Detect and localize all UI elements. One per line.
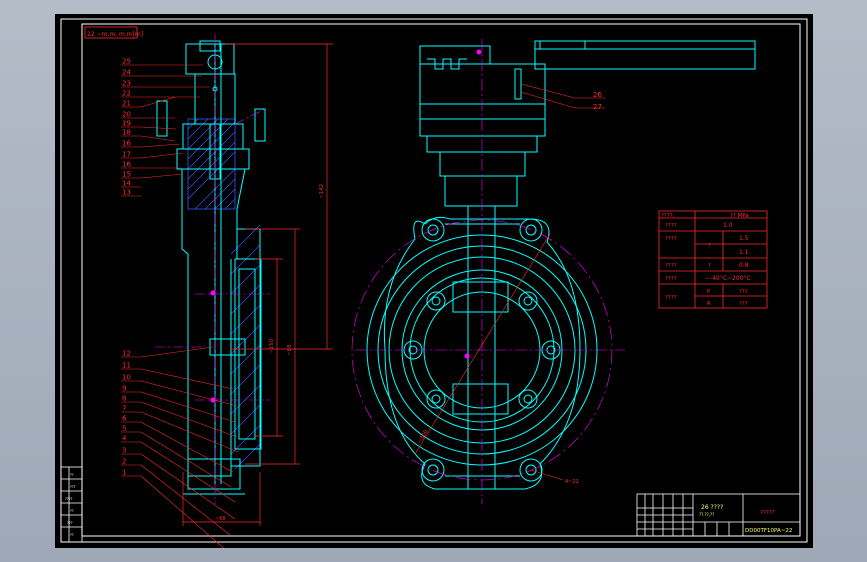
spec-row5-sub: P (707, 289, 711, 295)
callout-label-16: 16 (122, 161, 131, 169)
title-name-right: ????? (760, 510, 775, 516)
spec-row1-sub: ? (708, 243, 711, 249)
front-view: ~300 4~22 (351, 39, 756, 504)
strip-3: ?? (70, 509, 74, 513)
callout-leader (140, 380, 238, 407)
callout-label-15: 15 (122, 171, 131, 179)
callout-labels-left: 2524232221201918161716151413121110987654… (122, 58, 131, 477)
dim-height-mid: ~68 (287, 344, 293, 356)
spec-row2-value: 1.1 (739, 249, 749, 256)
section-view: ~142 ~68 ~150 ~68 (155, 34, 333, 526)
spec-row1-label: ???? (665, 236, 677, 242)
callout-26: 26 (593, 91, 602, 99)
callout-label-18: 18 (122, 129, 131, 137)
callout-leader (140, 135, 176, 142)
callout-label-11: 11 (122, 362, 131, 370)
callout-label-23: 23 (122, 80, 131, 88)
spec-row0-label: ???? (665, 223, 677, 229)
strip-1: ??? (70, 485, 76, 489)
strip-0: ?? (70, 473, 74, 477)
header-label: 22 ~m.m, m.m[m] (87, 31, 143, 38)
left-strip: ?? ??? ???? ?? ??? ?? (60, 466, 83, 543)
dim-bolt-circle: 4~22 (565, 479, 579, 485)
callout-leader (140, 368, 234, 390)
drawing-sheet: 22 ~m.m, m.m[m] ~142 ~68 ~150 ~68 25 24 … (55, 14, 813, 548)
callout-leader (140, 346, 214, 358)
callout-label-21: 21 (122, 100, 131, 108)
spec-row3-sub: ? (708, 263, 711, 269)
callout-leader (140, 96, 176, 108)
dim-height-inner: ~150 (269, 338, 275, 354)
spec-row4-value: ~-40°C~200°C (705, 275, 751, 282)
spec-row6-sub: R (707, 301, 711, 307)
spec-title-right: ?? MPa (730, 213, 749, 219)
spec-table: ????: ?? MPa ???? 1.0 ???? ? 1.5 1.1 ???… (658, 210, 768, 309)
dim-width-bottom: ~68 (215, 516, 226, 522)
dim-diameter: ~300 (417, 429, 430, 445)
callout-leader (140, 173, 184, 179)
callout-label-4: 4 (122, 435, 127, 443)
title-drawing-no: DD00TF10PA~22 (745, 528, 792, 534)
callout-label-13: 13 (122, 189, 131, 197)
spec-row0-value: 1.0 (723, 222, 733, 229)
spec-row1-value: 1.5 (739, 235, 749, 242)
spec-row5-value: ??? (739, 289, 748, 295)
callout-label-6: 6 (122, 415, 127, 423)
callout-label-1: 1 (122, 469, 126, 477)
title-block: 26 ???? ??,??,?? ????? DD00TF10PA~22 (636, 493, 801, 537)
callout-label-19: 19 (122, 120, 131, 128)
strip-5: ?? (70, 533, 74, 537)
callout-label-14: 14 (122, 180, 131, 188)
callout-leader (140, 475, 225, 548)
title-name-sub: ??,??,?? (699, 512, 714, 517)
title-name-small: 26 ???? (701, 504, 723, 511)
callout-label-24: 24 (122, 69, 131, 77)
spec-row2-label: ???? (665, 263, 677, 269)
spec-title-left: ????: (661, 213, 675, 219)
callout-label-12: 12 (122, 350, 131, 358)
callout-label-2: 2 (122, 458, 126, 466)
spec-row5-label: ???? (665, 295, 677, 301)
strip-2: ???? (65, 497, 73, 501)
callout-label-10: 10 (122, 374, 131, 382)
spec-row3-value: 0.8 (739, 262, 749, 269)
callout-leader (140, 126, 177, 130)
spec-row4-label: ???? (665, 276, 677, 282)
callout-label-20: 20 (122, 111, 131, 119)
callout-label-9: 9 (122, 385, 126, 393)
cad-drawing: 22 ~m.m, m.m[m] ~142 ~68 ~150 ~68 252423… (60, 18, 808, 548)
callout-label-5: 5 (122, 425, 126, 433)
spec-row6-value: ??? (739, 301, 748, 307)
callout-27: 27 (593, 103, 602, 111)
callout-label-3: 3 (122, 447, 126, 455)
dim-height-overall: ~142 (319, 184, 325, 199)
callout-label-17: 17 (122, 151, 131, 159)
callout-label-16: 16 (122, 140, 131, 148)
callout-label-22: 22 (122, 90, 131, 98)
callout-label-7: 7 (122, 405, 126, 413)
callout-leader (140, 143, 181, 148)
callout-label-25: 25 (122, 58, 131, 66)
strip-4: ??? (67, 521, 73, 525)
callout-leader (140, 421, 234, 473)
callout-label-8: 8 (122, 395, 126, 403)
